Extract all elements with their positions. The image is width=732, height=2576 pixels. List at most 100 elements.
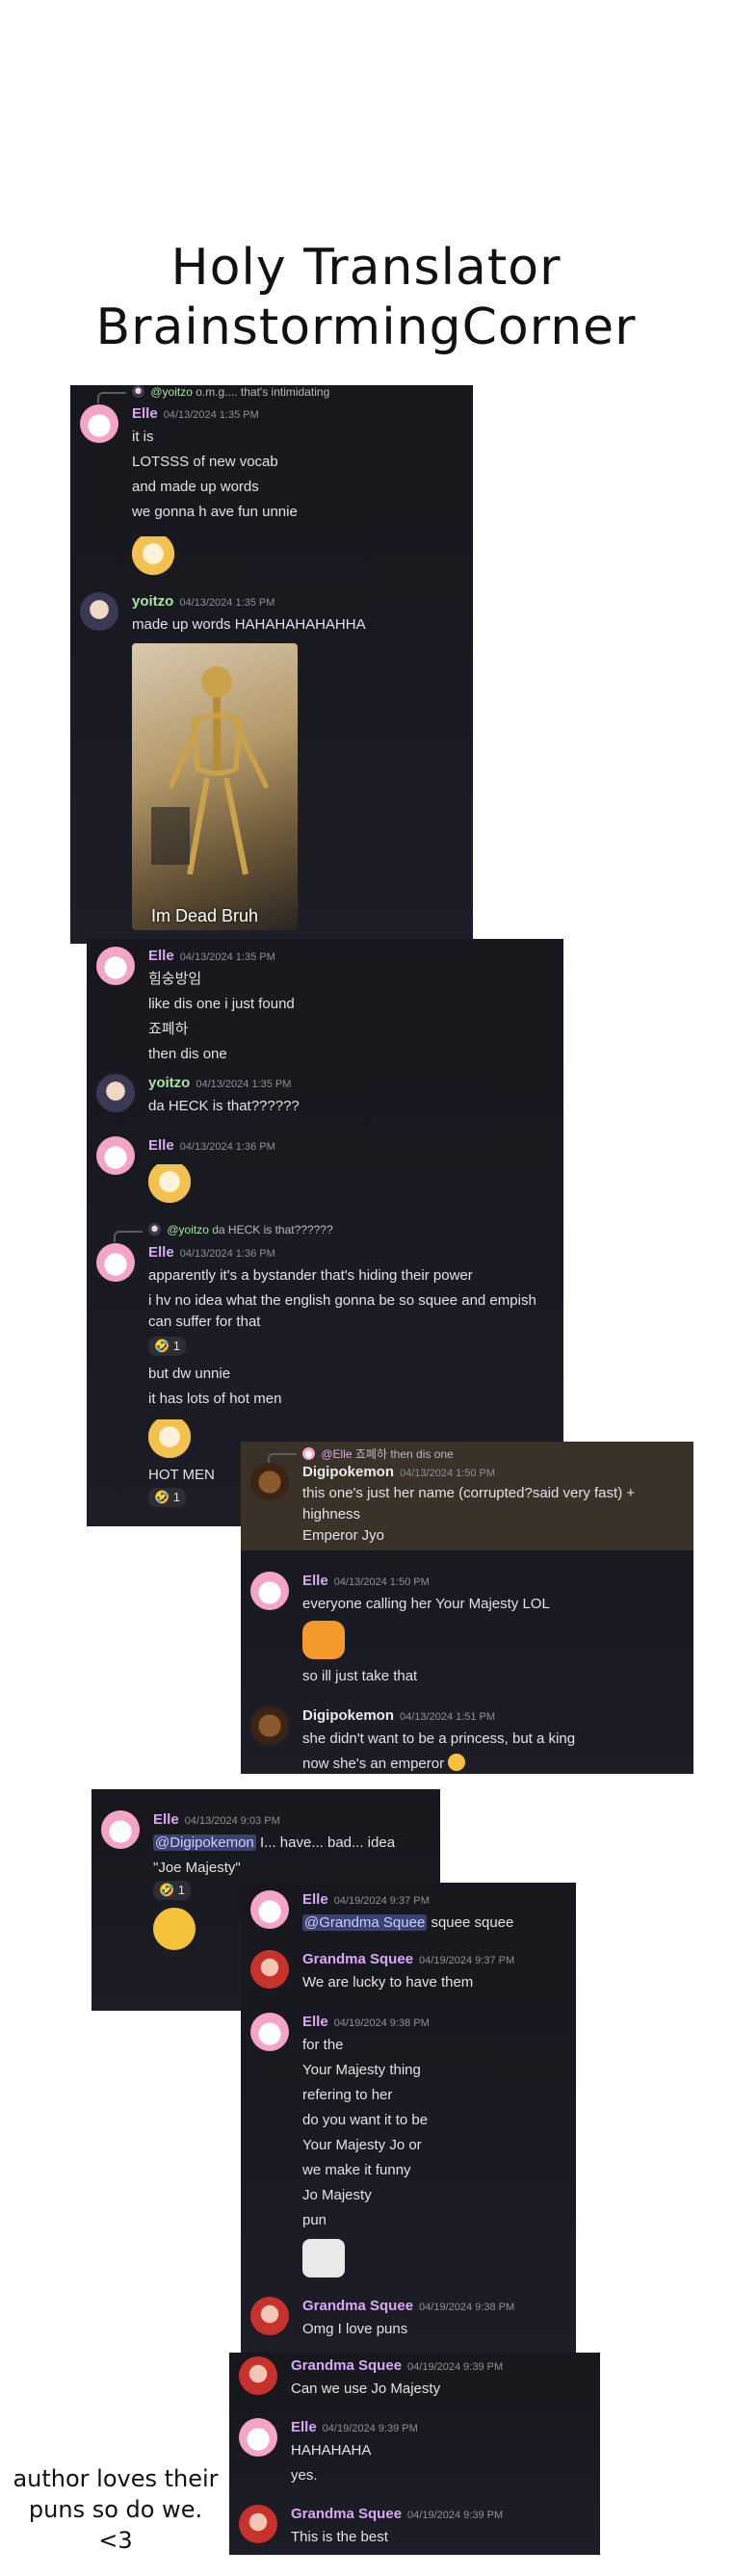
username[interactable]: Elle bbox=[302, 2014, 328, 2030]
reply-text: o.m.g.... that's intimidating bbox=[196, 385, 330, 399]
sticker-emoji[interactable] bbox=[148, 1419, 191, 1458]
timestamp: 04/13/2024 1:36 PM bbox=[179, 1248, 275, 1260]
avatar[interactable] bbox=[96, 1074, 135, 1112]
avatar[interactable] bbox=[239, 2356, 277, 2395]
message-text: now she's an emperor bbox=[302, 1756, 445, 1772]
toast-emoji[interactable] bbox=[302, 1621, 345, 1659]
message-text: yes. bbox=[291, 2467, 318, 2484]
username[interactable]: Elle bbox=[291, 2419, 317, 2435]
avatar[interactable] bbox=[96, 1243, 135, 1282]
user-mention[interactable]: @Digipokemon bbox=[153, 1834, 256, 1851]
user-mention[interactable]: @Grandma Squee bbox=[302, 1914, 428, 1931]
timestamp: 04/13/2024 1:51 PM bbox=[400, 1711, 496, 1723]
avatar-mini bbox=[148, 1223, 161, 1236]
timestamp: 04/19/2024 9:39 PM bbox=[322, 2423, 418, 2434]
username[interactable]: Elle bbox=[132, 405, 158, 422]
chat-screenshot-3: @Elle 죠폐하 then dis one Digipokemon 04/13/… bbox=[241, 1442, 693, 1774]
sticker-emoji[interactable] bbox=[132, 536, 174, 575]
reply-preview[interactable]: @Elle 죠폐하 then dis one bbox=[302, 1445, 454, 1462]
reply-text: da HECK is that?????? bbox=[212, 1223, 333, 1236]
avatar-mini bbox=[132, 385, 144, 398]
message-text: 죠폐하 bbox=[148, 1021, 189, 1037]
chat-screenshot-5: Elle 04/19/2024 9:37 PM @Grandma Squee sq… bbox=[241, 1883, 576, 2359]
message-text: apparently it's a bystander that's hidin… bbox=[148, 1267, 473, 1284]
message-text: Omg I love puns bbox=[302, 2321, 408, 2337]
username[interactable]: yoitzo bbox=[148, 1075, 190, 1091]
username[interactable]: Grandma Squee bbox=[302, 1951, 413, 1967]
author-note-line: puns so do we. bbox=[28, 2496, 203, 2523]
message-line: @Digipokemon I... have... bad... idea bbox=[153, 1831, 432, 1856]
message-text: do you want it to be bbox=[302, 2112, 429, 2128]
message-text: can suffer for that bbox=[148, 1314, 261, 1330]
username[interactable]: Grandma Squee bbox=[302, 2298, 413, 2314]
sticker-emoji[interactable] bbox=[148, 1164, 191, 1203]
reply-connector bbox=[114, 1231, 143, 1242]
timestamp: 04/13/2024 1:50 PM bbox=[333, 1576, 430, 1588]
message-text: Your Majesty thing bbox=[302, 2062, 421, 2078]
message-text: we gonna h ave fun unnie bbox=[132, 504, 298, 520]
message-text: Jo Majesty bbox=[302, 2187, 372, 2203]
username[interactable]: Elle bbox=[148, 1244, 174, 1261]
message-text: pun bbox=[302, 2212, 327, 2228]
timestamp: 04/13/2024 1:35 PM bbox=[179, 597, 275, 609]
message-text: like dis one i just found bbox=[148, 996, 295, 1012]
reaction-laugh[interactable]: 🤣 1 bbox=[148, 1337, 187, 1356]
reply-preview[interactable]: @yoitzo da HECK is that?????? bbox=[148, 1223, 333, 1236]
avatar[interactable] bbox=[239, 2505, 277, 2543]
reply-author: @yoitzo bbox=[167, 1223, 209, 1236]
avatar[interactable] bbox=[250, 2297, 289, 2335]
avatar[interactable] bbox=[250, 2013, 289, 2051]
reply-author: @Elle bbox=[321, 1447, 353, 1461]
skeleton-icon bbox=[151, 666, 270, 875]
message-text: then dis one bbox=[148, 1046, 227, 1062]
username[interactable]: Elle bbox=[148, 948, 174, 964]
chat-screenshot-1: @yoitzo o.m.g.... that's intimidating El… bbox=[70, 385, 473, 944]
timestamp: 04/13/2024 1:50 PM bbox=[400, 1468, 496, 1479]
message-text: made up words HAHAHAHAHAHHA bbox=[132, 616, 366, 633]
message-text: "Joe Majesty" bbox=[153, 1860, 241, 1876]
avatar[interactable] bbox=[250, 1950, 289, 1989]
avatar[interactable] bbox=[80, 404, 118, 443]
username[interactable]: Elle bbox=[153, 1811, 179, 1828]
page-title-line1: Holy Translator bbox=[170, 239, 562, 297]
message-text: This is the best bbox=[291, 2529, 388, 2545]
avatar[interactable] bbox=[80, 592, 118, 631]
timestamp: 04/19/2024 9:38 PM bbox=[419, 2302, 515, 2313]
username[interactable]: Elle bbox=[148, 1137, 174, 1154]
reaction-laugh[interactable]: 🤣 1 bbox=[153, 1881, 192, 1900]
username[interactable]: Grandma Squee bbox=[291, 2506, 402, 2522]
avatar[interactable] bbox=[250, 1890, 289, 1929]
reply-preview[interactable]: @yoitzo o.m.g.... that's intimidating bbox=[132, 385, 329, 399]
message-text: for the bbox=[302, 2037, 344, 2053]
reply-author: @yoitzo bbox=[150, 385, 193, 399]
chat-screenshot-2: Elle 04/13/2024 1:35 PM 힘숭방임 like dis one… bbox=[87, 939, 563, 1526]
avatar[interactable] bbox=[250, 1706, 289, 1745]
username[interactable]: yoitzo bbox=[132, 593, 173, 610]
crying-emoji-icon[interactable] bbox=[153, 1908, 196, 1950]
message-text: highness bbox=[302, 1506, 361, 1522]
avatar[interactable] bbox=[239, 2418, 277, 2457]
username[interactable]: Elle bbox=[302, 1573, 328, 1589]
avatar[interactable] bbox=[250, 1572, 289, 1610]
timestamp: 04/13/2024 9:03 PM bbox=[184, 1815, 280, 1827]
author-note-line: <3 bbox=[98, 2527, 133, 2554]
video-attachment[interactable]: Im Dead Bruh bbox=[132, 643, 298, 930]
message-text: Your Majesty Jo or bbox=[302, 2137, 422, 2153]
username[interactable]: Digipokemon bbox=[302, 1464, 394, 1480]
avatar[interactable] bbox=[96, 1136, 135, 1175]
timestamp: 04/13/2024 1:36 PM bbox=[179, 1141, 275, 1153]
message-text: We are lucky to have them bbox=[302, 1974, 474, 1991]
avatar[interactable] bbox=[101, 1810, 140, 1849]
avatar[interactable] bbox=[250, 1463, 289, 1501]
video-caption: Im Dead Bruh bbox=[151, 906, 259, 925]
message-text: she didn't want to be a princess, but a … bbox=[302, 1730, 576, 1747]
message-line: @Grandma Squee squee squee bbox=[302, 1911, 568, 1936]
message-text: LOTSSS of new vocab bbox=[132, 454, 278, 470]
meme-face-emoji[interactable] bbox=[302, 2239, 345, 2277]
username[interactable]: Elle bbox=[302, 1891, 328, 1908]
reaction-laugh[interactable]: 🤣 1 bbox=[148, 1488, 187, 1507]
username[interactable]: Grandma Squee bbox=[291, 2357, 402, 2374]
username[interactable]: Digipokemon bbox=[302, 1707, 394, 1724]
message-text: 힘숭방임 bbox=[148, 971, 202, 987]
avatar[interactable] bbox=[96, 947, 135, 985]
